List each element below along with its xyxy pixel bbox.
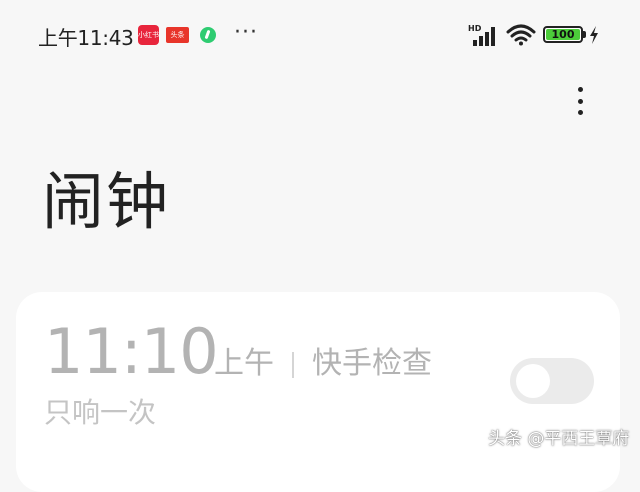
more-vertical-icon[interactable] xyxy=(566,84,594,118)
battery-tip xyxy=(583,31,586,38)
watermark: 头条 @平西王覃府 xyxy=(488,429,630,449)
alarm-separator xyxy=(292,352,294,378)
status-bar: 上午11:43 小红书 头条 ··· HD 100 xyxy=(0,0,640,70)
signal-icon xyxy=(473,27,495,46)
alarm-repeat: 只响一次 xyxy=(44,396,157,429)
charging-icon xyxy=(590,26,598,44)
menu-dot xyxy=(577,98,583,104)
alarm-toggle[interactable] xyxy=(510,358,594,404)
wifi-icon xyxy=(506,24,536,46)
alarm-label: 快手检查 xyxy=(312,346,432,381)
menu-dot xyxy=(577,110,583,115)
green-app-icon xyxy=(200,27,216,43)
toutiao-icon: 头条 xyxy=(166,27,189,43)
battery-icon: 100 xyxy=(543,26,583,43)
alarm-time: 11:10 xyxy=(44,315,219,388)
alarm-ampm: 上午 xyxy=(214,346,274,381)
page-title: 闹钟 xyxy=(42,165,171,238)
alarm-card[interactable]: 11:10 上午 快手检查 只响一次 xyxy=(16,292,620,492)
toggle-knob xyxy=(516,364,550,398)
more-notifications-icon: ··· xyxy=(234,20,258,45)
menu-dot xyxy=(577,87,583,92)
battery-level: 100 xyxy=(551,28,575,41)
status-time: 上午11:43 xyxy=(38,26,134,50)
xiaohongshu-icon: 小红书 xyxy=(138,25,159,45)
